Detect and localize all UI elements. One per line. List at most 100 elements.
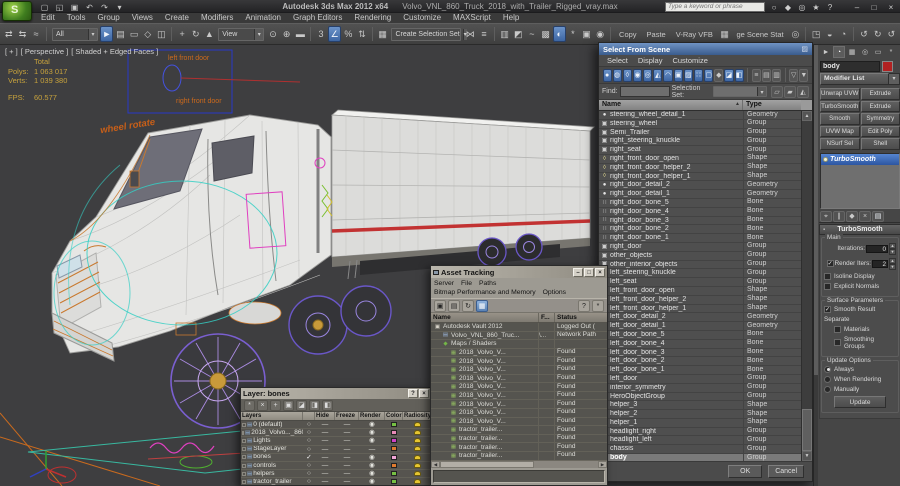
- modifier-button-unwrap-uvw[interactable]: Unwrap UVW: [820, 88, 860, 100]
- unlink-selection-icon[interactable]: ⇆: [16, 26, 29, 42]
- menu-create[interactable]: Create: [160, 13, 194, 23]
- radiosity-toggle[interactable]: [403, 470, 431, 477]
- current-layer-toggle[interactable]: ○: [303, 446, 315, 453]
- freeze-toggle[interactable]: —: [335, 462, 359, 469]
- modify-tab-icon[interactable]: ◔: [833, 46, 845, 58]
- sfs-titlebar[interactable]: Select From Scene ▨: [599, 43, 812, 55]
- application-menu-button[interactable]: S: [2, 1, 32, 21]
- scroll-down-arrow[interactable]: ▼: [802, 451, 812, 461]
- snap-toggle-3d-icon[interactable]: 3: [315, 26, 328, 42]
- sfs-col-type[interactable]: Type: [743, 100, 801, 110]
- sfs-menu-select[interactable]: Select: [603, 56, 632, 65]
- radiosity-toggle[interactable]: [403, 437, 431, 444]
- add-selection-to-layer-icon[interactable]: +: [270, 400, 281, 411]
- find-input[interactable]: [620, 86, 670, 97]
- column-view-icon[interactable]: ▥: [772, 69, 781, 82]
- layer-color-swatch[interactable]: [385, 462, 403, 469]
- render-toggle[interactable]: ◉: [359, 454, 385, 461]
- select-and-move-icon[interactable]: +: [176, 26, 189, 42]
- help-icon[interactable]: ?: [824, 1, 836, 12]
- modifier-list-dropdown[interactable]: Modifier List▾: [820, 73, 900, 86]
- scroll-right-arrow[interactable]: ▶: [598, 461, 607, 468]
- object-name-field[interactable]: [820, 61, 880, 72]
- expand-icon[interactable]: [242, 431, 244, 435]
- bind-to-space-warp-icon[interactable]: ≈: [30, 26, 43, 42]
- menu-views[interactable]: Views: [127, 13, 158, 23]
- scene-undo-icon[interactable]: ↺: [858, 26, 871, 42]
- expand-icon[interactable]: [242, 464, 246, 468]
- menu-graph-editors[interactable]: Graph Editors: [288, 13, 347, 23]
- keyboard-shortcut-override-icon[interactable]: ▬: [294, 26, 307, 42]
- layer-row[interactable]: ▤Lights○——◉: [241, 437, 431, 445]
- minimize-icon[interactable]: –: [850, 1, 864, 12]
- copy-button[interactable]: Copy: [614, 30, 642, 39]
- scene-redo-icon[interactable]: ↻: [871, 26, 884, 42]
- iterations-spinner[interactable]: ▲▼: [889, 243, 896, 255]
- reference-coordinate-system-dropdown[interactable]: View▾: [218, 28, 264, 41]
- layer-row[interactable]: ▤controls○——◉: [241, 462, 431, 470]
- radiosity-toggle[interactable]: [403, 421, 431, 428]
- current-layer-toggle[interactable]: ○: [303, 437, 315, 444]
- help-globe-icon[interactable]: ◎: [789, 26, 802, 42]
- menu-animation[interactable]: Animation: [240, 13, 286, 23]
- menu-rendering[interactable]: Rendering: [349, 13, 396, 23]
- asset-col-full-path[interactable]: F...: [539, 313, 555, 322]
- radiosity-toggle[interactable]: [403, 429, 431, 436]
- layer-color-swatch[interactable]: [385, 421, 403, 428]
- menu-help[interactable]: Help: [498, 13, 524, 23]
- modifier-enabled-icon[interactable]: [823, 157, 828, 162]
- manage-scene-states-icon[interactable]: ▦: [718, 26, 731, 42]
- modifier-button-edit-poly[interactable]: Edit Poly: [861, 126, 900, 138]
- project-folder-icon[interactable]: ▾: [113, 1, 126, 12]
- add-to-set-icon[interactable]: ▰: [784, 86, 796, 98]
- edit-named-selection-sets-icon[interactable]: ▦: [376, 26, 389, 42]
- create-named-set-icon[interactable]: ▱: [771, 86, 783, 98]
- at-close-button[interactable]: ×: [595, 268, 605, 277]
- freeze-toggle[interactable]: —: [335, 454, 359, 461]
- freeze-toggle[interactable]: —: [335, 478, 359, 485]
- sfs-menu-customize[interactable]: Customize: [668, 56, 711, 65]
- asset-menu-file[interactable]: File: [461, 279, 472, 288]
- expand-icon[interactable]: [242, 455, 246, 459]
- menu-group[interactable]: Group: [92, 13, 124, 23]
- layer-row[interactable]: ▤StageLayer○———: [241, 446, 431, 454]
- named-selection-sets-dropdown[interactable]: Create Selection Set▾: [391, 28, 461, 41]
- rectangular-selection-region-icon[interactable]: ▭: [128, 26, 141, 42]
- render-production-icon[interactable]: ◉: [594, 26, 607, 42]
- vault-status-icon[interactable]: ▤: [448, 300, 460, 312]
- fence-selection-region-icon[interactable]: ◇: [141, 26, 154, 42]
- scene-refresh-icon[interactable]: ↺: [885, 26, 898, 42]
- sfs-menu-display[interactable]: Display: [634, 56, 667, 65]
- display-lights-icon[interactable]: ◉: [633, 69, 642, 82]
- expand-icon[interactable]: [242, 423, 246, 427]
- hide-toggle[interactable]: —: [315, 478, 335, 485]
- layer-color-swatch[interactable]: [385, 437, 403, 444]
- display-spheres-icon[interactable]: ◒: [823, 26, 836, 42]
- mirror-icon[interactable]: ⋈: [464, 26, 477, 42]
- at-options-icon[interactable]: *: [592, 300, 604, 312]
- display-xrefs-icon[interactable]: ▨: [684, 69, 693, 82]
- layers-col-hide[interactable]: Hide: [315, 412, 335, 420]
- modifier-button-extrude[interactable]: Extrude: [861, 88, 900, 100]
- isoline-display-checkbox[interactable]: [824, 273, 831, 280]
- radiosity-toggle[interactable]: [403, 454, 431, 461]
- scroll-thumb[interactable]: [802, 409, 812, 451]
- modifier-button-nsurf-sel[interactable]: NSurf Sel: [820, 138, 860, 150]
- highlight-selected-objects-layers-icon[interactable]: ◪: [296, 400, 307, 411]
- expand-icon[interactable]: [242, 480, 246, 484]
- freeze-toggle[interactable]: —: [335, 437, 359, 444]
- viewport-shading-menu[interactable]: [ Shaded + Edged Faces ]: [71, 47, 158, 56]
- object-color-swatch[interactable]: [882, 61, 893, 72]
- iterations-field[interactable]: 0: [866, 245, 888, 253]
- freeze-toggle[interactable]: —: [335, 446, 359, 453]
- at-maximize-button[interactable]: □: [584, 268, 594, 277]
- remove-modifier-icon[interactable]: ×: [859, 211, 871, 222]
- list-view-icon[interactable]: ≡: [752, 69, 761, 82]
- render-iters-checkbox[interactable]: ✓: [827, 260, 834, 267]
- search-history-icon[interactable]: ○: [768, 1, 780, 12]
- infocenter-search-input[interactable]: [665, 2, 765, 12]
- restore-icon[interactable]: □: [867, 1, 881, 12]
- open-file-icon[interactable]: ◱: [53, 1, 66, 12]
- select-and-manipulate-icon[interactable]: ⊕: [280, 26, 293, 42]
- expand-icon[interactable]: [242, 472, 246, 476]
